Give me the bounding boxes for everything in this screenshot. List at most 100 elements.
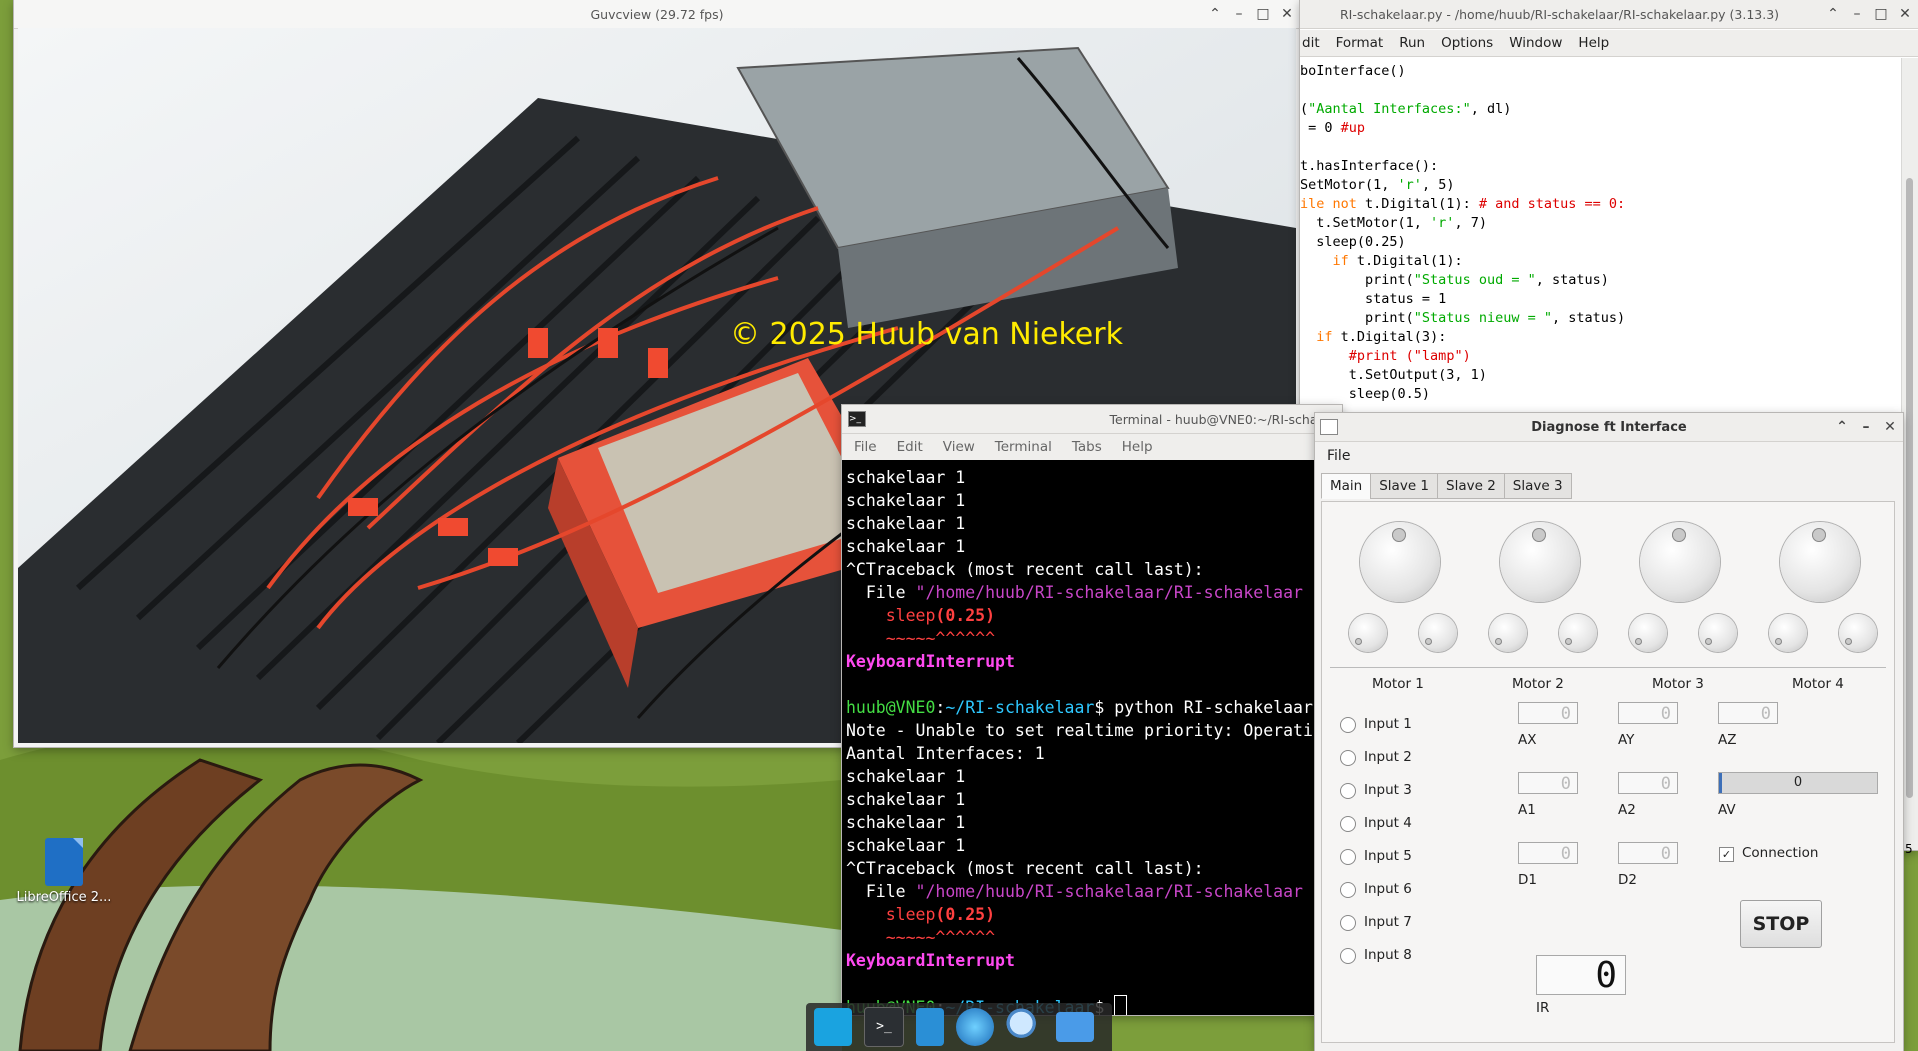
term-line: sleep(0.25) bbox=[885, 905, 996, 924]
search-icon[interactable] bbox=[1006, 1008, 1044, 1046]
a2-label: A2 bbox=[1618, 802, 1636, 818]
code-line-4: = 0 #up bbox=[1300, 120, 1366, 136]
motor-1-right-knob[interactable] bbox=[1419, 614, 1457, 652]
file-cabinet-icon[interactable] bbox=[916, 1008, 944, 1046]
motor-4-speed-knob[interactable] bbox=[1780, 522, 1860, 602]
menu-terminal[interactable]: Terminal bbox=[995, 439, 1052, 455]
term-line: KeyboardInterrupt bbox=[846, 951, 1015, 970]
term-line: File "/home/huub/RI-schakelaar/RI-schake… bbox=[846, 882, 1303, 901]
motor-1-speed-knob[interactable] bbox=[1360, 522, 1440, 602]
a2-display: 0 bbox=[1618, 772, 1678, 794]
term-line: ^CTraceback (most recent call last): bbox=[846, 859, 1204, 878]
term-line: schakelaar 1 bbox=[846, 468, 966, 487]
code-line-15: if t.Digital(3): bbox=[1316, 329, 1447, 345]
menu-run[interactable]: Run bbox=[1399, 35, 1425, 51]
motor-2-speed-knob[interactable] bbox=[1500, 522, 1580, 602]
term-line: KeyboardInterrupt bbox=[846, 652, 1015, 671]
term-line: ^CTraceback (most recent call last): bbox=[846, 560, 1204, 579]
ax-display: 0 bbox=[1518, 702, 1578, 724]
libreoffice-desktop-icon[interactable]: LibreOffice 2... bbox=[16, 838, 112, 905]
window-icon bbox=[1320, 419, 1338, 435]
d1-label: D1 bbox=[1518, 872, 1537, 888]
input-2-indicator bbox=[1340, 750, 1356, 766]
watermark-text: © 2025 Huub van Niekerk bbox=[730, 317, 1124, 352]
input-6-label: Input 6 bbox=[1364, 881, 1412, 897]
menu-window[interactable]: Window bbox=[1509, 35, 1562, 51]
motor-4-left-knob[interactable] bbox=[1769, 614, 1807, 652]
code-line-18: sleep(0.5) bbox=[1300, 386, 1431, 402]
menu-options[interactable]: Options bbox=[1441, 35, 1493, 51]
code-line-1: boInterface() bbox=[1300, 63, 1406, 79]
terminal-icon[interactable]: >_ bbox=[864, 1007, 904, 1047]
maximize-icon[interactable]: □ bbox=[1874, 6, 1888, 22]
motor-3-left-knob[interactable] bbox=[1629, 614, 1667, 652]
input-8-label: Input 8 bbox=[1364, 947, 1412, 963]
input-1-label: Input 1 bbox=[1364, 716, 1412, 732]
code-line-14: print("Status nieuw = ", status) bbox=[1300, 310, 1626, 326]
scroll-number: 5 bbox=[1905, 842, 1913, 856]
motor-2-left-knob[interactable] bbox=[1489, 614, 1527, 652]
stop-button[interactable]: STOP bbox=[1740, 900, 1822, 948]
diagnose-titlebar[interactable]: Diagnose ft Interface ⌃ – ✕ bbox=[1315, 413, 1903, 442]
diagnose-menubar: File bbox=[1315, 443, 1903, 469]
input-4-label: Input 4 bbox=[1364, 815, 1412, 831]
shade-icon[interactable]: ⌃ bbox=[1826, 6, 1840, 22]
close-icon[interactable]: ✕ bbox=[1883, 419, 1897, 435]
minimize-icon[interactable]: – bbox=[1232, 6, 1246, 22]
folder-icon[interactable] bbox=[1056, 1012, 1094, 1042]
terminal-menubar: File Edit View Terminal Tabs Help bbox=[842, 434, 1342, 460]
guvcview-title: Guvcview (29.72 fps) bbox=[590, 6, 724, 22]
tab-slave-3[interactable]: Slave 3 bbox=[1503, 473, 1572, 499]
motor-1-left-knob[interactable] bbox=[1349, 614, 1387, 652]
menu-help[interactable]: Help bbox=[1122, 439, 1153, 455]
term-line: schakelaar 1 bbox=[846, 537, 966, 556]
motor-3-right-knob[interactable] bbox=[1699, 614, 1737, 652]
connection-checkbox[interactable]: ✓ bbox=[1719, 847, 1734, 862]
menu-edit[interactable]: Edit bbox=[897, 439, 923, 455]
av-progress-bar: 0 bbox=[1718, 772, 1878, 794]
term-line: schakelaar 1 bbox=[846, 767, 966, 786]
idle-titlebar[interactable]: RI-schakelaar.py - /home/huub/RI-schakel… bbox=[1300, 0, 1918, 29]
guvcview-titlebar[interactable]: Guvcview (29.72 fps) ⌃ – □ ✕ bbox=[14, 0, 1300, 29]
terminal-titlebar[interactable]: >_ Terminal - huub@VNE0:~/RI-schake bbox=[842, 405, 1342, 434]
input-3-indicator bbox=[1340, 783, 1356, 799]
motor-3-label: Motor 3 bbox=[1652, 676, 1704, 692]
motor-4-label: Motor 4 bbox=[1792, 676, 1844, 692]
terminal-title: Terminal - huub@VNE0:~/RI-schake bbox=[1109, 411, 1332, 427]
menu-help[interactable]: Help bbox=[1578, 35, 1609, 51]
menu-tabs[interactable]: Tabs bbox=[1072, 439, 1102, 455]
minimize-icon[interactable]: – bbox=[1850, 6, 1864, 22]
shade-icon[interactable]: ⌃ bbox=[1208, 6, 1222, 22]
term-line: ~~~~~^^^^^^ bbox=[885, 629, 996, 648]
menu-edit[interactable]: dit bbox=[1302, 35, 1320, 51]
terminal-window[interactable]: >_ Terminal - huub@VNE0:~/RI-schake File… bbox=[842, 405, 1342, 1015]
tab-slave-2[interactable]: Slave 2 bbox=[1437, 473, 1505, 499]
libreoffice-writer-icon bbox=[45, 838, 83, 886]
d2-display: 0 bbox=[1618, 842, 1678, 864]
close-icon[interactable]: ✕ bbox=[1280, 6, 1294, 22]
idle-scrollbar[interactable]: 5 bbox=[1901, 58, 1918, 856]
motor-2-right-knob[interactable] bbox=[1559, 614, 1597, 652]
input-5-label: Input 5 bbox=[1364, 848, 1412, 864]
input-4-indicator bbox=[1340, 816, 1356, 832]
menu-format[interactable]: Format bbox=[1336, 35, 1384, 51]
close-icon[interactable]: ✕ bbox=[1898, 6, 1912, 22]
input-7-indicator bbox=[1340, 915, 1356, 931]
shade-icon[interactable]: ⌃ bbox=[1835, 419, 1849, 435]
input-8-indicator bbox=[1340, 948, 1356, 964]
diagnose-window[interactable]: Diagnose ft Interface ⌃ – ✕ File Main Sl… bbox=[1315, 413, 1903, 1051]
tab-slave-1[interactable]: Slave 1 bbox=[1370, 473, 1439, 499]
maximize-icon[interactable]: □ bbox=[1256, 6, 1270, 22]
d2-label: D2 bbox=[1618, 872, 1637, 888]
menu-view[interactable]: View bbox=[943, 439, 975, 455]
menu-file[interactable]: File bbox=[1327, 448, 1350, 464]
code-line-7: SetMotor(1, 'r', 5) bbox=[1300, 177, 1455, 193]
show-desktop-icon[interactable] bbox=[814, 1008, 852, 1046]
web-browser-icon[interactable] bbox=[956, 1008, 994, 1046]
motor-3-speed-knob[interactable] bbox=[1640, 522, 1720, 602]
motor-4-right-knob[interactable] bbox=[1839, 614, 1877, 652]
terminal-output[interactable]: schakelaar 1 schakelaar 1 schakelaar 1 s… bbox=[846, 460, 1342, 1015]
minimize-icon[interactable]: – bbox=[1859, 419, 1873, 435]
tab-main[interactable]: Main bbox=[1321, 473, 1372, 499]
menu-file[interactable]: File bbox=[854, 439, 877, 455]
